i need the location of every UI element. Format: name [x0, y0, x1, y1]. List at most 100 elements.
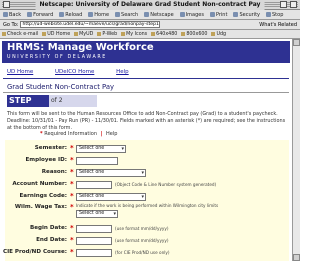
reload-icon	[59, 12, 65, 17]
vertical-scrollbar[interactable]	[292, 39, 300, 261]
account-number-row: Account Number: * (Object Code & Line Nu…	[5, 180, 289, 191]
whats-related-button[interactable]: What's Related	[259, 22, 300, 28]
nav-link-help[interactable]: Help	[116, 69, 129, 75]
wage-tax-hint: Indicate if the work is being performed …	[76, 203, 219, 208]
images-button[interactable]: Images	[177, 12, 207, 18]
collapse-box-icon[interactable]	[290, 1, 297, 8]
nav-link-udelco-home[interactable]: UDelCO Home	[55, 69, 94, 75]
bookmark-icon	[2, 32, 6, 36]
reason-select[interactable]: Select one	[76, 169, 146, 177]
earnings-code-select[interactable]: Select one	[76, 193, 146, 201]
nav-link-ud-home[interactable]: UD Home	[7, 69, 33, 75]
bookmark-icon	[74, 32, 79, 36]
bookmark-icon	[121, 32, 126, 36]
back-button[interactable]: Back	[0, 12, 24, 18]
end-date-row: End Date: * (use format mm/dd/yyyy)	[5, 236, 289, 247]
favorites-bar: Check e-mail UD Home MyUD P-Web My Icons…	[0, 30, 300, 39]
banner-title: HRMS: Manage Workforce	[7, 42, 154, 53]
required-asterisk-icon: *	[70, 180, 74, 188]
window-titlebar: Netscape: University of Delaware Grad St…	[0, 0, 300, 10]
favorite-check-email[interactable]: Check e-mail	[0, 32, 40, 37]
hrms-banner: HRMS: Manage Workforce UNIVERSITY OF DEL…	[2, 41, 290, 63]
employee-id-input[interactable]	[76, 157, 118, 165]
forward-arrow-icon	[27, 12, 33, 17]
help-marker-icon: |	[100, 131, 103, 137]
wage-tax-select[interactable]: Select one	[76, 210, 118, 218]
required-asterisk-icon: *	[70, 156, 74, 164]
favorite-ud-home[interactable]: UD Home	[40, 32, 72, 37]
page-content: HRMS: Manage Workforce UNIVERSITY OF DEL…	[0, 39, 292, 261]
pay-form: Semester: * Select one Employee ID: * Re…	[2, 140, 289, 261]
stop-icon	[266, 12, 271, 17]
begin-date-label: Begin Date:	[29, 225, 67, 231]
scroll-down-arrow-icon[interactable]	[293, 254, 300, 261]
netscape-button[interactable]: Netscape	[141, 12, 176, 18]
form-legend: * Required Information | Help	[40, 131, 117, 137]
step-count: of 2	[51, 97, 63, 104]
favorite-pweb[interactable]: P-Web	[95, 32, 119, 37]
step-label: STEP	[7, 95, 49, 107]
end-date-input[interactable]	[76, 237, 112, 245]
cie-course-hint: (for CIE Prod/ND use only)	[115, 250, 170, 255]
back-arrow-icon	[3, 12, 8, 17]
legend-help-text: Help	[106, 131, 118, 137]
required-asterisk-icon: *	[70, 224, 74, 232]
reason-row: Reason: * Select one	[5, 168, 289, 179]
required-asterisk-icon: *	[70, 192, 74, 200]
home-icon	[88, 12, 94, 17]
begin-date-row: Begin Date: * (use format mm/dd/yyyy)	[5, 224, 289, 235]
favorite-640x480[interactable]: 640x480	[149, 32, 179, 37]
semester-label: Semester:	[34, 145, 67, 151]
cie-course-label: CIE Prod/ND Course:	[2, 249, 67, 255]
favorite-my-icons[interactable]: My Icons	[119, 32, 149, 37]
print-button[interactable]: Print	[207, 12, 231, 18]
reason-label: Reason:	[41, 169, 67, 175]
favorite-myud[interactable]: MyUD	[72, 32, 95, 37]
account-number-label: Account Number:	[12, 181, 67, 187]
account-number-input[interactable]	[76, 181, 112, 189]
required-asterisk-icon: *	[70, 236, 74, 244]
forward-button[interactable]: Forward	[24, 12, 56, 18]
semester-select[interactable]: Select one	[76, 145, 126, 153]
favorite-800x600[interactable]: 800x600	[179, 32, 209, 37]
url-field[interactable]: http://ud-website.udel.edu/~maeve/ucs/gr…	[20, 21, 161, 28]
images-icon	[179, 12, 185, 17]
zoom-box-icon[interactable]	[280, 1, 287, 8]
required-asterisk-icon: *	[70, 248, 74, 256]
bookmark-icon	[151, 32, 156, 36]
reload-button[interactable]: Reload	[56, 12, 85, 18]
bookmark-icon	[97, 32, 102, 36]
bookmark-icon	[211, 32, 216, 36]
required-asterisk-icon: *	[70, 203, 74, 211]
begin-date-hint: (use format mm/dd/yyyy)	[115, 226, 169, 231]
begin-date-input[interactable]	[76, 225, 112, 233]
step-indicator: STEP of 2	[7, 95, 97, 107]
legend-required-text: Required Information	[44, 131, 98, 137]
required-asterisk-icon: *	[40, 131, 43, 137]
favorite-udg[interactable]: Udg	[209, 32, 228, 37]
search-button[interactable]: Search	[112, 12, 141, 18]
cie-course-input[interactable]	[76, 249, 112, 257]
bookmark-icon	[181, 32, 186, 36]
account-number-hint: (Object Code & Line Number system genera…	[115, 182, 217, 187]
search-icon	[115, 12, 121, 17]
divider	[3, 92, 289, 93]
location-label: Go To:	[3, 21, 19, 28]
employee-id-row: Employee ID: *	[5, 156, 289, 167]
top-nav: UD Home UDelCO Home Help	[7, 69, 149, 75]
navigation-toolbar: Back Forward Reload Home Search Netscape…	[0, 10, 300, 20]
form-description: This form will be sent to the Human Reso…	[7, 111, 286, 131]
required-asterisk-icon: *	[70, 144, 74, 152]
stop-button[interactable]: Stop	[263, 12, 286, 18]
security-button[interactable]: Security	[230, 12, 263, 18]
print-icon	[209, 12, 215, 17]
end-date-hint: (use format mm/dd/yyyy)	[115, 238, 169, 243]
home-button[interactable]: Home	[85, 12, 112, 18]
end-date-label: End Date:	[36, 237, 67, 243]
scroll-up-arrow-icon[interactable]	[293, 39, 300, 46]
employee-id-label: Employee ID:	[25, 157, 67, 163]
divider	[3, 78, 289, 79]
lock-icon	[233, 12, 239, 17]
close-box-icon[interactable]	[3, 1, 10, 8]
required-asterisk-icon: *	[70, 168, 74, 176]
